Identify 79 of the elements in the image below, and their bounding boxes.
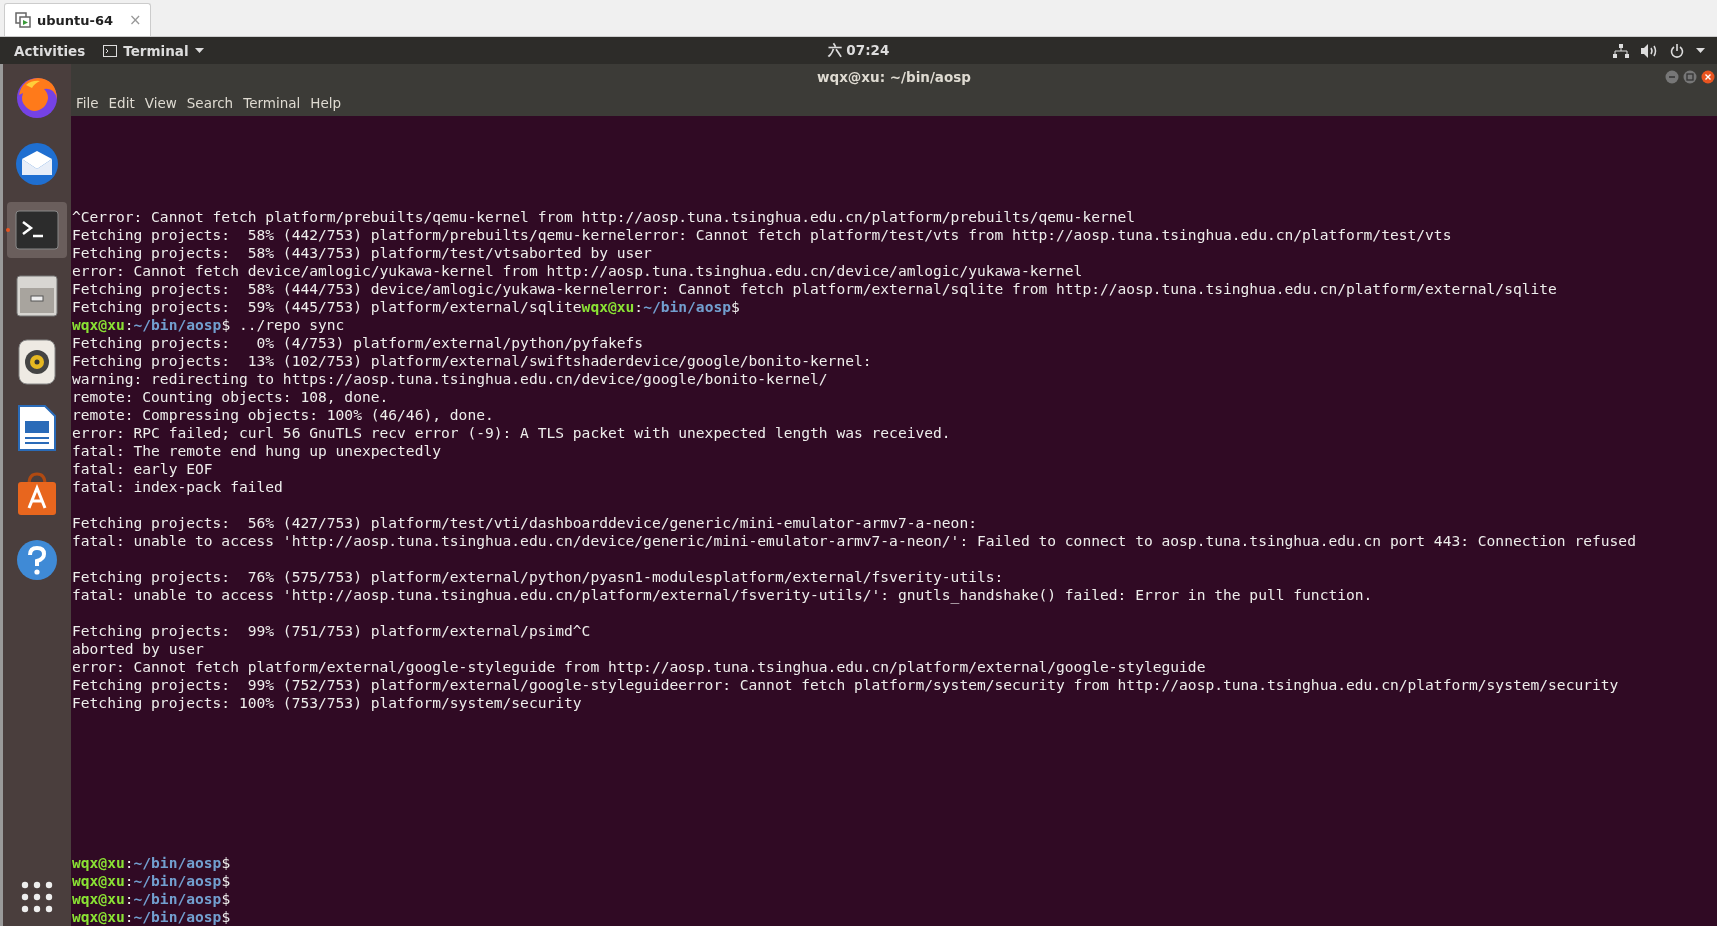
prompt-path: ~/bin/aosp bbox=[133, 854, 222, 871]
prompt-path: ~/bin/aosp bbox=[643, 298, 731, 315]
terminal-text: Fetching projects: 76% (575/753) platform/external/python/pyasn1-modulesplatform/external/fsverity-utils: bbox=[72, 568, 1004, 585]
prompt-user: wqx@xu bbox=[72, 872, 125, 889]
caret-icon[interactable] bbox=[1696, 47, 1705, 54]
terminal-text: $ bbox=[221, 854, 231, 871]
power-icon[interactable] bbox=[1670, 43, 1684, 58]
prompt-user: wqx@xu bbox=[72, 890, 125, 907]
prompt-user: wqx@xu bbox=[72, 316, 125, 333]
terminal-text: remote: Counting objects: 108, done. bbox=[72, 388, 389, 405]
terminal-text: : bbox=[124, 872, 134, 889]
terminal-text: error: Cannot fetch device/amlogic/yukawa-kernel from http://aosp.tuna.tsinghua.edu.cn/device/amlogic/yukawa-kernel bbox=[72, 262, 1083, 279]
terminal-text: aborted by user bbox=[72, 640, 204, 657]
terminal-text: fatal: The remote end hung up unexpectedly bbox=[72, 442, 442, 459]
terminal-text: remote: Compressing objects: 100% (46/46), done. bbox=[72, 406, 494, 423]
terminal-text: Fetching projects: 99% (752/753) platform/external/google-styleguideerror: Cannot fetch platform/system/security from http://aosp.tuna.tsinghua.edu.cn/platform/system/security bbox=[72, 676, 1619, 693]
terminal-text: Fetching projects: 58% (442/753) platform/prebuilts/qemu-kernelerror: Cannot fetch platform/test/vts from http://aosp.tuna.tsinghua.edu.cn/platform/test/vts bbox=[72, 226, 1452, 243]
terminal-text: : bbox=[124, 316, 134, 333]
terminal-text: Fetching projects: 99% (751/753) platform/external/psimd^C bbox=[72, 622, 591, 639]
menu-item[interactable]: Terminal bbox=[238, 95, 306, 111]
mail-icon bbox=[14, 141, 60, 187]
prompt-path: ~/bin/aosp bbox=[133, 890, 222, 907]
terminal-text: fatal: early EOF bbox=[72, 460, 213, 477]
terminal-text: ^Cerror: Cannot fetch platform/prebuilts/qemu-kernel from http://aosp.tuna.tsinghua.edu.cn/platform/prebuilts/qemu-kernel bbox=[72, 208, 1136, 225]
terminal-text: : bbox=[634, 298, 644, 315]
help-icon bbox=[16, 539, 58, 581]
terminal-text: error: RPC failed; curl 56 GnuTLS recv error (-9): A TLS packet with unexpected length was received. bbox=[72, 424, 951, 441]
app-grid-icon[interactable] bbox=[20, 880, 54, 914]
menu-item[interactable]: File bbox=[71, 95, 104, 111]
app-menu[interactable]: Terminal bbox=[103, 42, 204, 59]
prompt-user: wqx@xu bbox=[72, 908, 125, 925]
minimize-icon[interactable] bbox=[1665, 70, 1679, 84]
terminal-text: $ bbox=[221, 872, 231, 889]
network-icon[interactable] bbox=[1613, 43, 1629, 58]
file-cabinet-icon bbox=[16, 274, 58, 318]
dock-item[interactable] bbox=[7, 202, 67, 258]
terminal-text: : bbox=[124, 854, 134, 871]
terminal-text: Fetching projects: 0% (4/753) platform/external/python/pyfakefs bbox=[72, 334, 644, 351]
terminal-text: Fetching projects: 58% (444/753) device/amlogic/yukawa-kernelerror: Cannot fetch platform/external/sqlite from http://aosp.tuna.tsinghua.edu.cn/platform/external/sqlite bbox=[72, 280, 1557, 297]
close-icon[interactable] bbox=[1701, 70, 1715, 84]
clock[interactable]: 六 07:24 bbox=[827, 41, 890, 60]
terminal-text: $ bbox=[731, 298, 740, 315]
menu-item[interactable]: Search bbox=[181, 95, 239, 111]
shopping-bag-icon bbox=[15, 472, 59, 516]
window-title: wqx@xu: ~/bin/aosp bbox=[817, 69, 971, 85]
terminal-text: fatal: unable to access 'http://aosp.tuna.tsinghua.edu.cn/device/generic/mini-emulator-armv7-a-neon/': Failed to connect to aosp.tuna.tsinghua.edu.cn port 443: Connection refused bbox=[72, 532, 1636, 549]
prompt-path: ~/bin/aosp bbox=[133, 316, 222, 333]
speaker-icon bbox=[17, 339, 57, 385]
prompt-path: ~/bin/aosp bbox=[133, 908, 222, 925]
terminal-text: : bbox=[124, 908, 134, 925]
terminal-text: Fetching projects: 59% (445/753) platform/external/sqlite bbox=[72, 298, 582, 315]
caret-icon bbox=[194, 47, 204, 54]
menu-item[interactable]: View bbox=[139, 95, 182, 111]
terminal-text: Fetching projects: 58% (443/753) platform/test/vtsaborted by user bbox=[72, 244, 652, 261]
terminal-text: warning: redirecting to https://aosp.tuna.tsinghua.edu.cn/device/google/bonito-kernel/ bbox=[72, 370, 828, 387]
vm-icon bbox=[15, 12, 31, 28]
vm-tab-title: ubuntu-64 bbox=[37, 12, 114, 28]
terminal-icon bbox=[103, 44, 118, 57]
volume-icon[interactable] bbox=[1641, 43, 1658, 58]
terminal-text: Fetching projects: 13% (102/753) platform/external/swiftshaderdevice/google/bonito-kernel: bbox=[72, 352, 872, 369]
prompt-path: ~/bin/aosp bbox=[133, 872, 222, 889]
terminal-text: : bbox=[124, 890, 134, 907]
menu-item[interactable]: Help bbox=[305, 95, 347, 111]
menu-item[interactable]: Edit bbox=[103, 95, 140, 111]
activities-button[interactable]: Activities bbox=[14, 42, 86, 59]
vm-tab[interactable]: ubuntu-64 × bbox=[4, 3, 151, 36]
terminal-text: Fetching projects: 56% (427/753) platform/test/vti/dashboarddevice/generic/mini-emulator-armv7-a-neon: bbox=[72, 514, 977, 531]
prompt-user: wqx@xu bbox=[581, 298, 635, 315]
terminal-text: Fetching projects: 100% (753/753) platform/system/security bbox=[72, 694, 582, 711]
terminal-text: fatal: unable to access 'http://aosp.tuna.tsinghua.edu.cn/platform/external/fsverity-utils/': gnutls_handshake() failed: Error in the pull function. bbox=[72, 586, 1373, 603]
fox-globe-icon bbox=[14, 75, 60, 121]
terminal-text: $ bbox=[221, 908, 231, 925]
terminal-text: fatal: index-pack failed bbox=[72, 478, 283, 495]
terminal-text: $ ../repo sync bbox=[221, 316, 345, 333]
terminal-icon bbox=[15, 210, 59, 250]
document-icon bbox=[17, 405, 57, 451]
terminal-text: error: Cannot fetch platform/external/google-styleguide from http://aosp.tuna.tsinghua.edu.cn/platform/external/google-styleguide bbox=[72, 658, 1206, 675]
prompt-user: wqx@xu bbox=[72, 854, 125, 871]
terminal-text: $ bbox=[221, 890, 231, 907]
